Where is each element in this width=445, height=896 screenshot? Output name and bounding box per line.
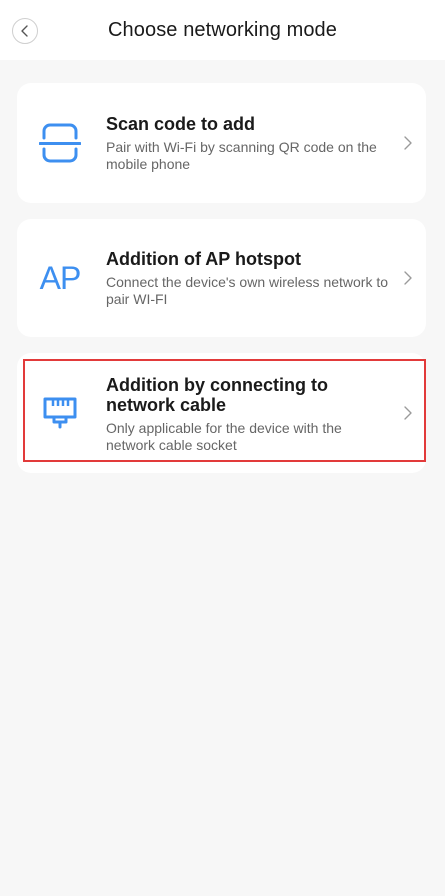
option-title: Addition of AP hotspot — [106, 249, 301, 269]
option-description: Only applicable for the device with the … — [106, 420, 342, 453]
ap-icon-text: AP — [39, 259, 82, 296]
option-network-cable[interactable]: Addition by connecting to network cable … — [17, 353, 426, 473]
option-scan-code[interactable]: Scan code to add Pair with Wi-Fi by scan… — [17, 83, 426, 203]
option-description: Pair with Wi-Fi by scanning QR code on t… — [106, 139, 377, 172]
chevron-right-icon — [404, 271, 412, 285]
chevron-right-icon — [404, 136, 412, 150]
option-title: Scan code to add — [106, 114, 256, 134]
ap-hotspot-icon: AP — [37, 255, 83, 301]
qr-scan-icon — [37, 120, 83, 166]
option-ap-hotspot[interactable]: AP Addition of AP hotspot Connect the de… — [17, 219, 426, 337]
page-title: Choose networking mode — [108, 19, 337, 41]
option-description: Connect the device's own wireless networ… — [106, 274, 389, 307]
header-bar: Choose networking mode — [0, 0, 445, 60]
ethernet-port-icon — [37, 387, 83, 433]
option-title: Addition by connecting to network cable — [106, 375, 328, 415]
chevron-right-icon — [404, 406, 412, 420]
